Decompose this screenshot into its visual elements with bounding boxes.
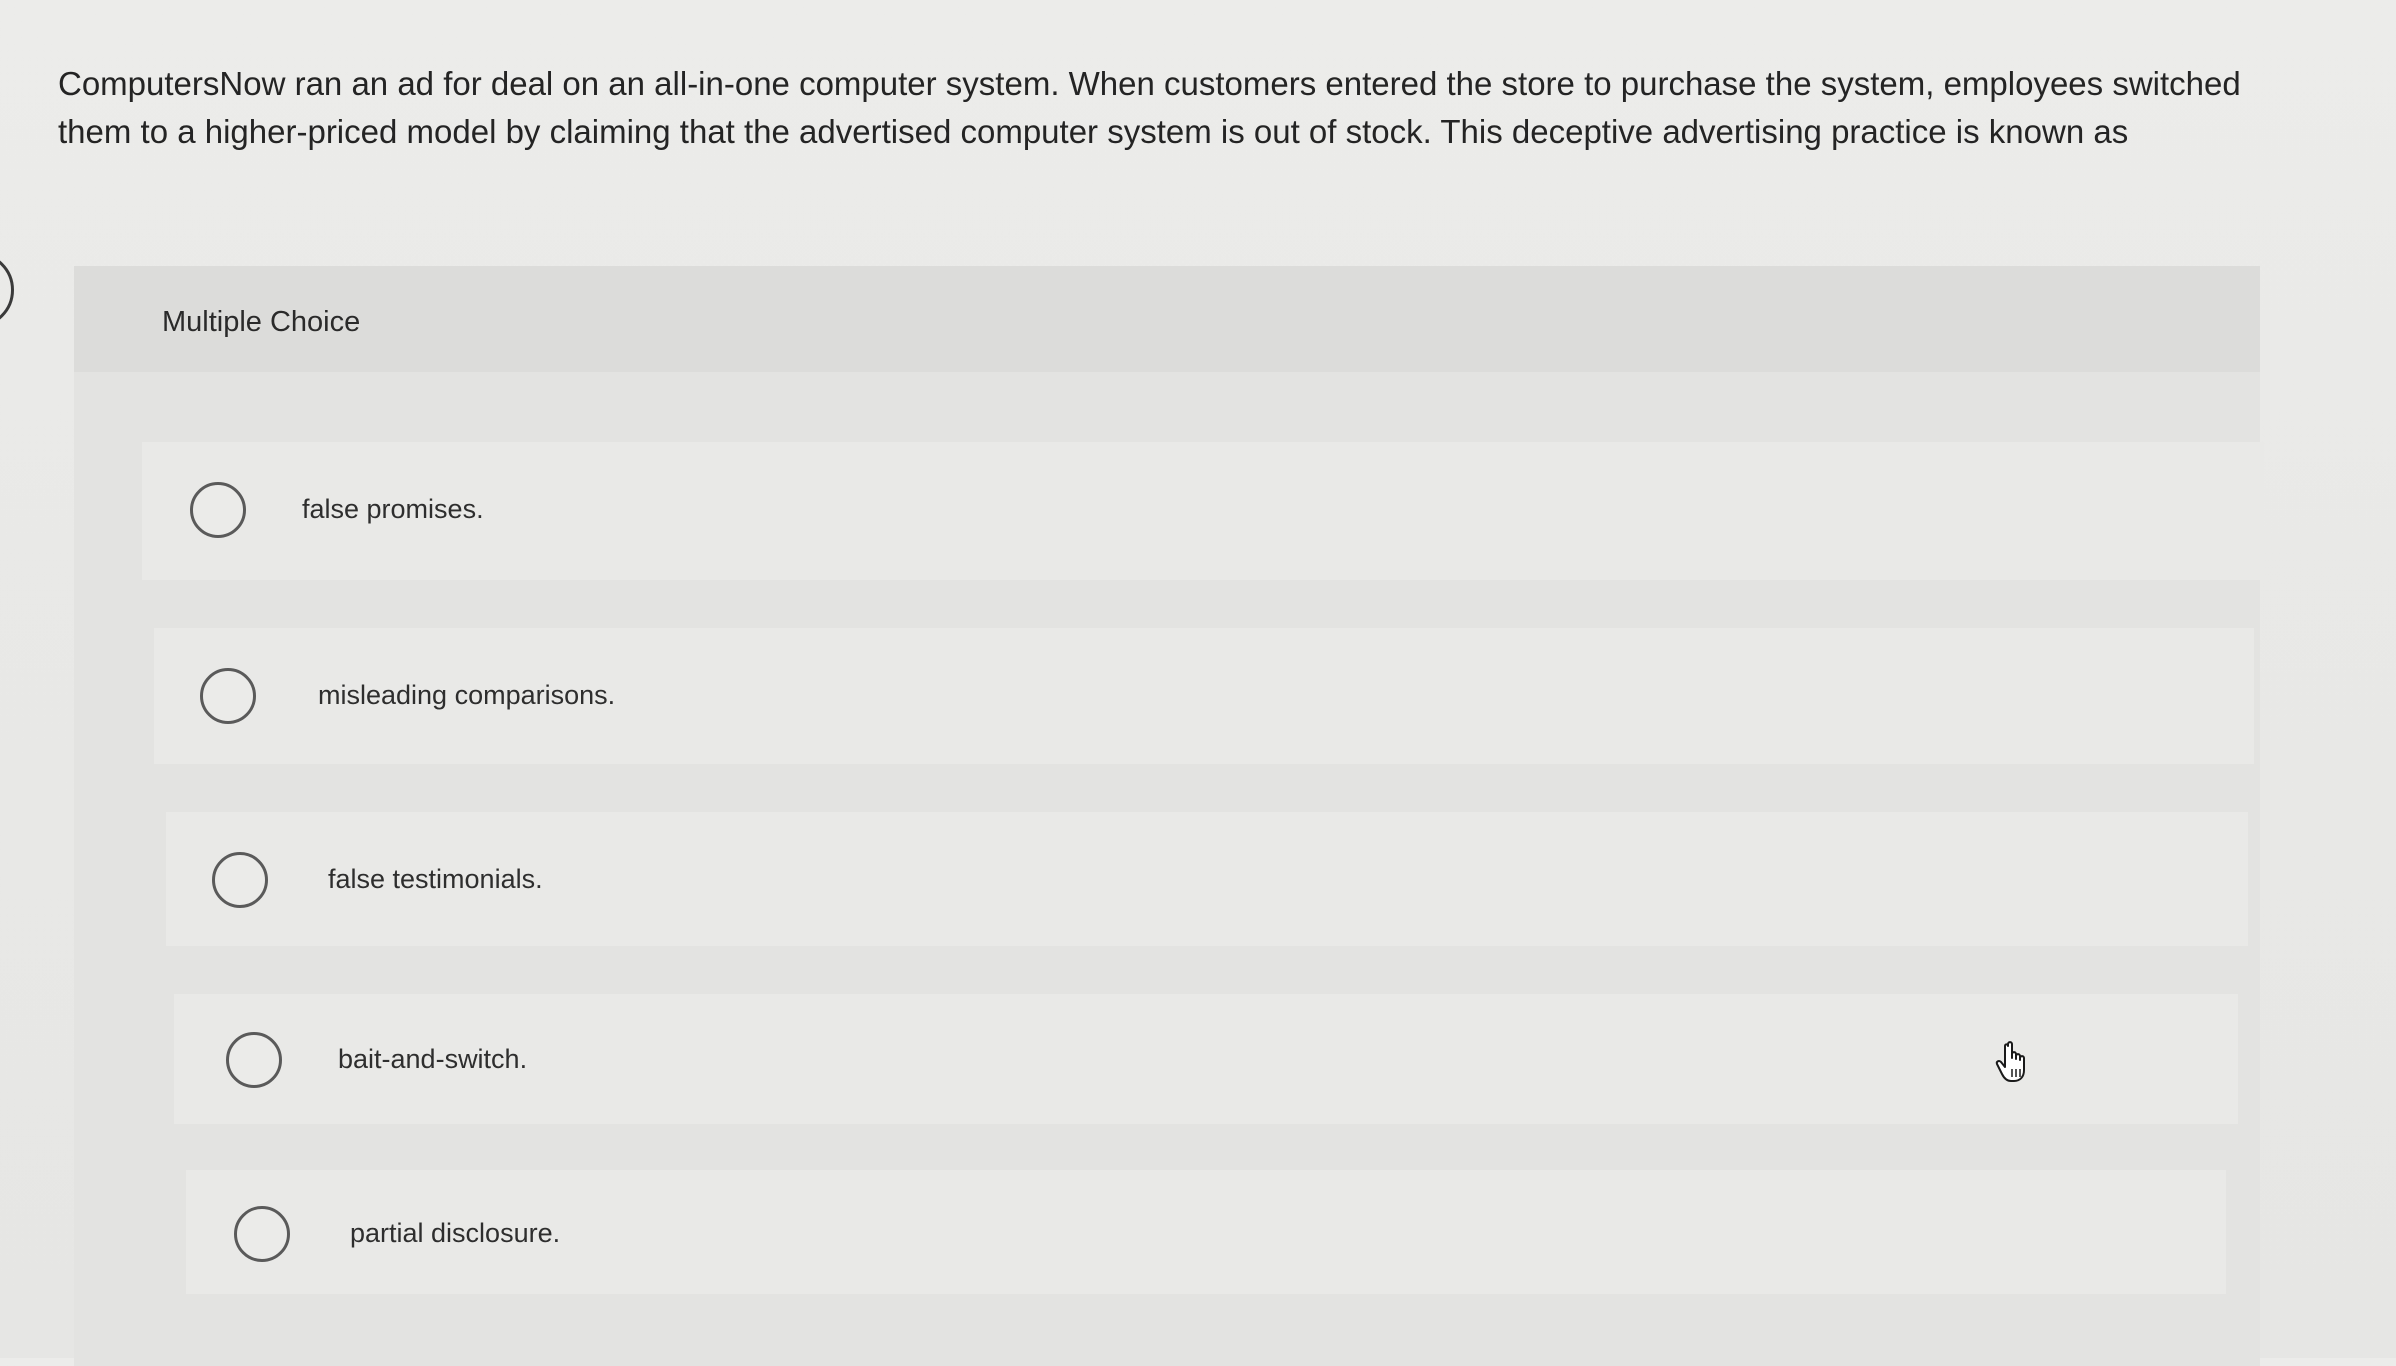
choice-label-1: false promises. [302, 494, 484, 524]
hand-pointer-icon [1995, 1041, 2025, 1082]
choice-label-3: false testimonials. [328, 864, 543, 894]
multiple-choice-panel: Multiple Choice false promises. misleadi… [74, 266, 2264, 1366]
choice-label-5: partial disclosure. [350, 1218, 561, 1248]
radio-empty-icon[interactable] [212, 852, 268, 908]
panel-header: Multiple Choice [74, 266, 2260, 372]
choice-label-2: misleading comparisons. [318, 680, 616, 710]
choice-label-4: bait-and-switch. [338, 1044, 528, 1074]
choice-option-5[interactable]: partial disclosure. [186, 1170, 2226, 1294]
radio-empty-icon[interactable] [234, 1206, 290, 1262]
choice-option-4[interactable]: bait-and-switch. [174, 994, 2238, 1124]
panel-header-label: Multiple Choice [162, 306, 361, 338]
radio-empty-icon[interactable] [226, 1032, 282, 1088]
question-text: ComputersNow ran an ad for deal on an al… [58, 65, 2241, 150]
choice-option-3[interactable]: false testimonials. [166, 812, 2248, 946]
side-tab-handle-icon[interactable] [0, 252, 14, 328]
choice-option-2[interactable]: misleading comparisons. [154, 628, 2254, 764]
choice-option-1[interactable]: false promises. [142, 442, 2264, 580]
radio-empty-icon[interactable] [200, 668, 256, 724]
radio-empty-icon[interactable] [190, 482, 246, 538]
